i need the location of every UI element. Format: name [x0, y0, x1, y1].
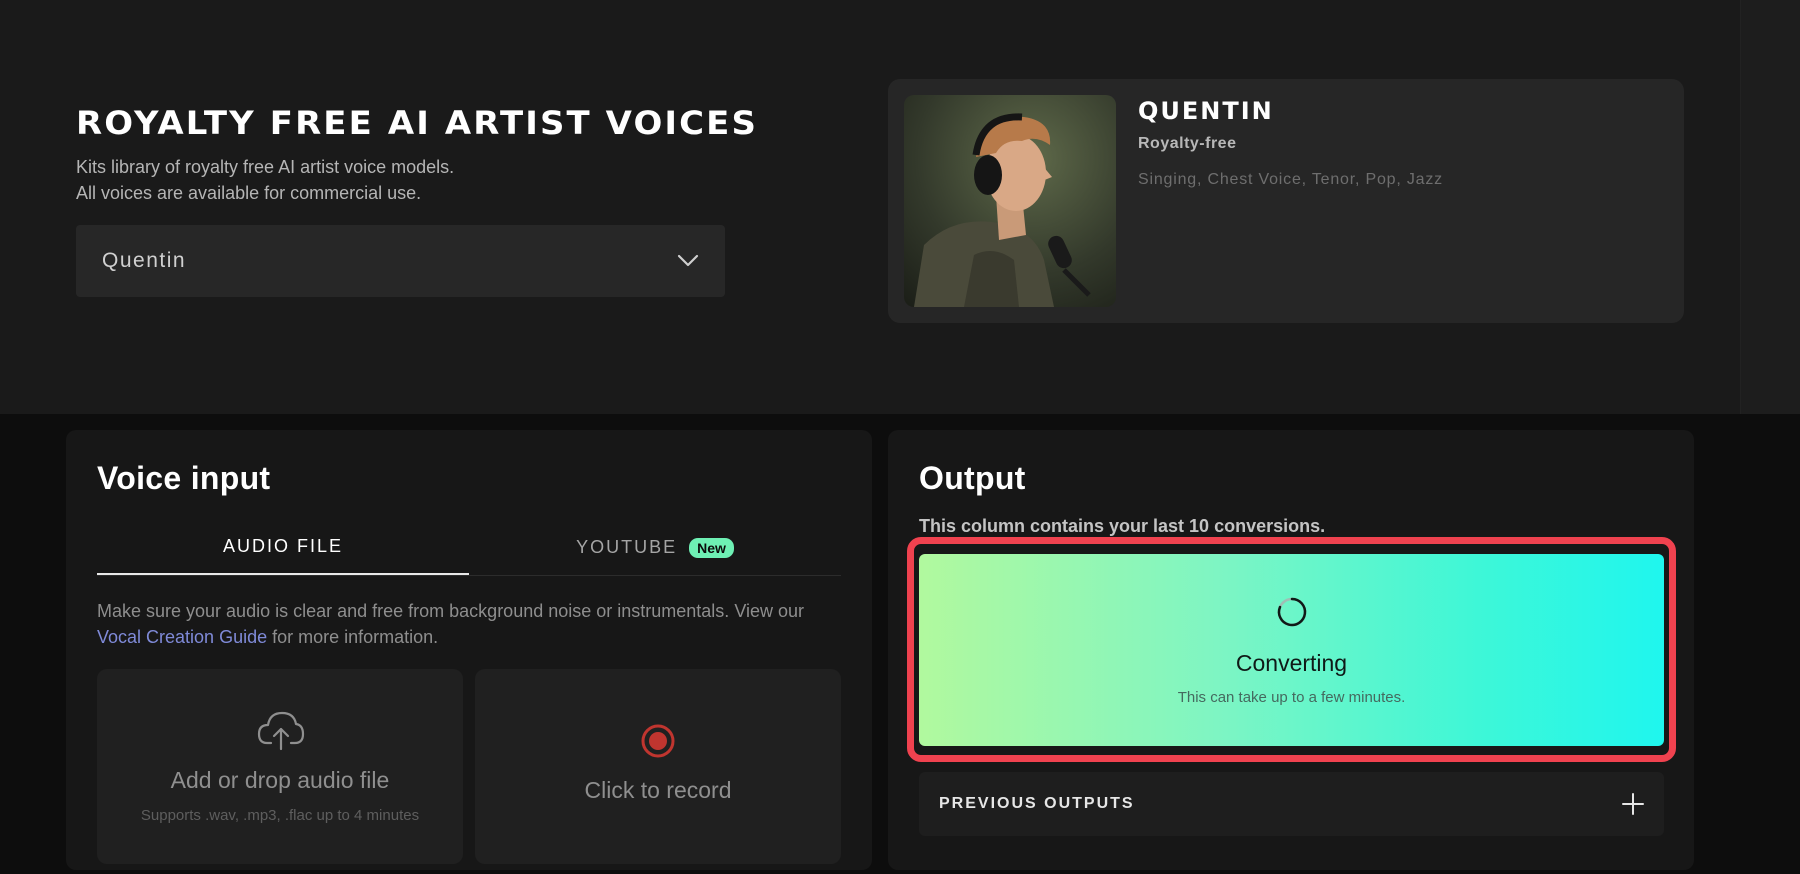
voice-avatar-image	[904, 95, 1116, 307]
converting-title: Converting	[1235, 650, 1348, 676]
upload-title: Add or drop audio file	[170, 767, 390, 793]
hero-description: Kits library of royalty free AI artist v…	[76, 154, 454, 206]
input-tabs: AUDIO FILE YOUTUBE New	[97, 520, 841, 576]
output-panel: Output This column contains your last 10…	[888, 430, 1694, 870]
input-description-text: Make sure your audio is clear and free f…	[97, 601, 805, 621]
record-title: Click to record	[584, 777, 732, 803]
output-title: Output	[919, 460, 1026, 496]
hero-description-line: Kits library of royalty free AI artist v…	[76, 157, 455, 177]
voice-tags: Singing, Chest Voice, Tenor, Pop, Jazz	[1138, 171, 1443, 188]
tab-youtube[interactable]: YOUTUBE New	[469, 520, 841, 575]
spinner-icon	[1277, 597, 1307, 627]
tab-label: AUDIO FILE	[222, 536, 344, 556]
voice-license: Royalty-free	[1138, 135, 1237, 152]
voice-name: QUENTIN	[1138, 97, 1274, 125]
plus-icon	[1622, 793, 1644, 815]
voice-select-dropdown[interactable]: Quentin	[76, 225, 725, 297]
audio-file-dropzone[interactable]: Add or drop audio file Supports .wav, .m…	[97, 669, 463, 864]
output-description: This column contains your last 10 conver…	[919, 516, 1326, 536]
chevron-down-icon	[677, 250, 699, 272]
tab-label: YOUTUBE	[576, 537, 678, 557]
upload-subtitle: Supports .wav, .mp3, .flac up to 4 minut…	[140, 807, 420, 824]
voice-card[interactable]: QUENTIN Royalty-free Singing, Chest Voic…	[888, 79, 1684, 323]
new-badge: New	[689, 537, 734, 558]
cloud-upload-icon	[257, 711, 305, 751]
voice-select-value: Quentin	[102, 249, 187, 272]
voice-input-panel: Voice input AUDIO FILE YOUTUBE New Make …	[66, 430, 872, 870]
hero-edge-panel	[1740, 0, 1800, 414]
hero-section: ROYALTY FREE AI ARTIST VOICES Kits libra…	[0, 0, 1800, 414]
converting-subtitle: This can take up to a few minutes.	[1177, 689, 1406, 706]
input-description: Make sure your audio is clear and free f…	[97, 598, 841, 650]
vocal-creation-guide-link[interactable]: Vocal Creation Guide	[97, 627, 267, 647]
page-title: ROYALTY FREE AI ARTIST VOICES	[76, 104, 759, 142]
tab-audio-file[interactable]: AUDIO FILE	[97, 520, 469, 575]
previous-outputs-accordion[interactable]: PREVIOUS OUTPUTS	[919, 772, 1664, 836]
hero-description-line: All voices are available for commercial …	[76, 183, 422, 203]
converting-status-card: Converting This can take up to a few min…	[919, 554, 1664, 746]
previous-outputs-label: PREVIOUS OUTPUTS	[939, 795, 1135, 812]
record-button[interactable]: Click to record	[475, 669, 841, 864]
record-icon	[641, 724, 675, 758]
input-description-text: for more information.	[267, 627, 439, 647]
voice-input-title: Voice input	[97, 460, 271, 496]
